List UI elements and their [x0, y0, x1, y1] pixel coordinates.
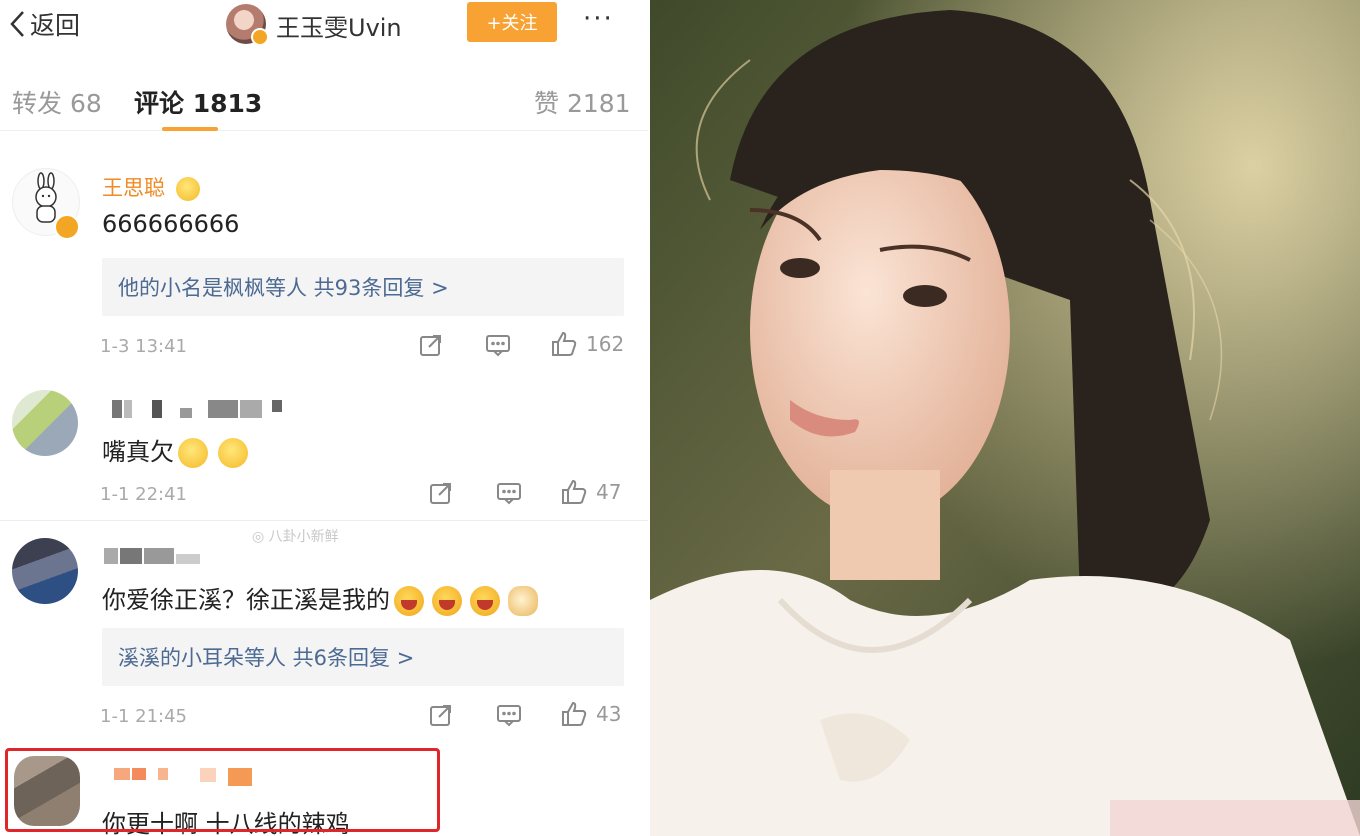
repost-button[interactable]	[428, 702, 454, 728]
commenter-avatar[interactable]	[12, 390, 78, 456]
weibo-comment-screenshot: 返回 王玉雯Uvin +关注 ··· 转发 68 评论 1813 赞 2181 …	[0, 0, 648, 836]
back-label: 返回	[30, 11, 81, 40]
like-button[interactable]: 47	[560, 478, 621, 506]
tab-comments[interactable]: 评论 1813	[134, 84, 262, 120]
thumbs-up-icon	[562, 479, 587, 504]
comment-time: 1-3 13:41	[100, 336, 187, 357]
grimace-emoji-icon	[218, 438, 248, 468]
repost-button[interactable]	[418, 332, 444, 358]
back-button[interactable]: 返回	[8, 6, 80, 42]
tab-reposts[interactable]: 转发 68	[12, 84, 102, 120]
author-avatar[interactable]	[226, 4, 269, 46]
reply-button[interactable]	[496, 480, 522, 506]
top-bar: 返回 王玉雯Uvin +关注 ···	[0, 0, 648, 54]
reply-button[interactable]	[485, 332, 511, 358]
highlight-box	[5, 748, 440, 832]
more-button[interactable]: ···	[583, 4, 614, 34]
commenter-name-blurred[interactable]	[104, 548, 200, 564]
watermark-logo: ◎ 八卦小新鲜	[252, 529, 339, 545]
follow-button[interactable]: +关注	[467, 2, 557, 42]
comment-text: 666666666	[102, 210, 240, 238]
like-count: 162	[586, 332, 625, 356]
verified-badge-icon	[251, 28, 269, 46]
repost-button[interactable]	[428, 480, 454, 506]
chevron-left-icon	[10, 11, 24, 37]
laughing-emoji-icon	[432, 586, 462, 616]
actress-photo	[650, 0, 1360, 836]
active-tab-indicator	[162, 127, 218, 131]
commenter-name[interactable]: 王思聪	[102, 172, 200, 202]
like-count: 43	[596, 702, 622, 726]
laughing-emoji-icon	[470, 586, 500, 616]
page-title: 王玉雯Uvin	[276, 14, 402, 42]
share-icon	[420, 335, 441, 356]
comment-icon	[497, 483, 521, 505]
commenter-name-blurred[interactable]	[112, 400, 282, 418]
verified-badge-icon	[54, 214, 80, 240]
reply-button[interactable]	[496, 702, 522, 728]
share-icon	[430, 705, 451, 726]
reply-summary-link[interactable]: 溪溪的小耳朵等人 共6条回复 >	[102, 628, 624, 686]
comment-text: 你爱徐正溪？徐正溪是我的	[102, 580, 538, 616]
tab-likes[interactable]: 赞 2181	[534, 84, 631, 120]
like-button[interactable]: 43	[560, 700, 621, 728]
thumbs-up-icon	[552, 331, 577, 356]
reply-summary-link[interactable]: 他的小名是枫枫等人 共93条回复 >	[102, 258, 624, 316]
comment-time: 1-1 21:45	[100, 706, 187, 727]
vip-crown-icon	[175, 177, 200, 201]
commenter-avatar[interactable]	[12, 538, 78, 604]
thumbs-up-icon	[562, 701, 587, 726]
share-icon	[430, 483, 451, 504]
tab-bar: 转发 68 评论 1813 赞 2181	[0, 78, 648, 131]
doge-emoji-icon	[508, 586, 538, 616]
comment-text: 嘴真欠	[102, 432, 248, 468]
comment-icon	[497, 705, 521, 727]
like-count: 47	[596, 480, 622, 504]
like-button[interactable]: 162	[550, 330, 624, 358]
divider	[0, 520, 648, 521]
comment-time: 1-1 22:41	[100, 484, 187, 505]
comment-icon	[486, 335, 510, 357]
laughing-emoji-icon	[394, 586, 424, 616]
grimace-emoji-icon	[178, 438, 208, 468]
